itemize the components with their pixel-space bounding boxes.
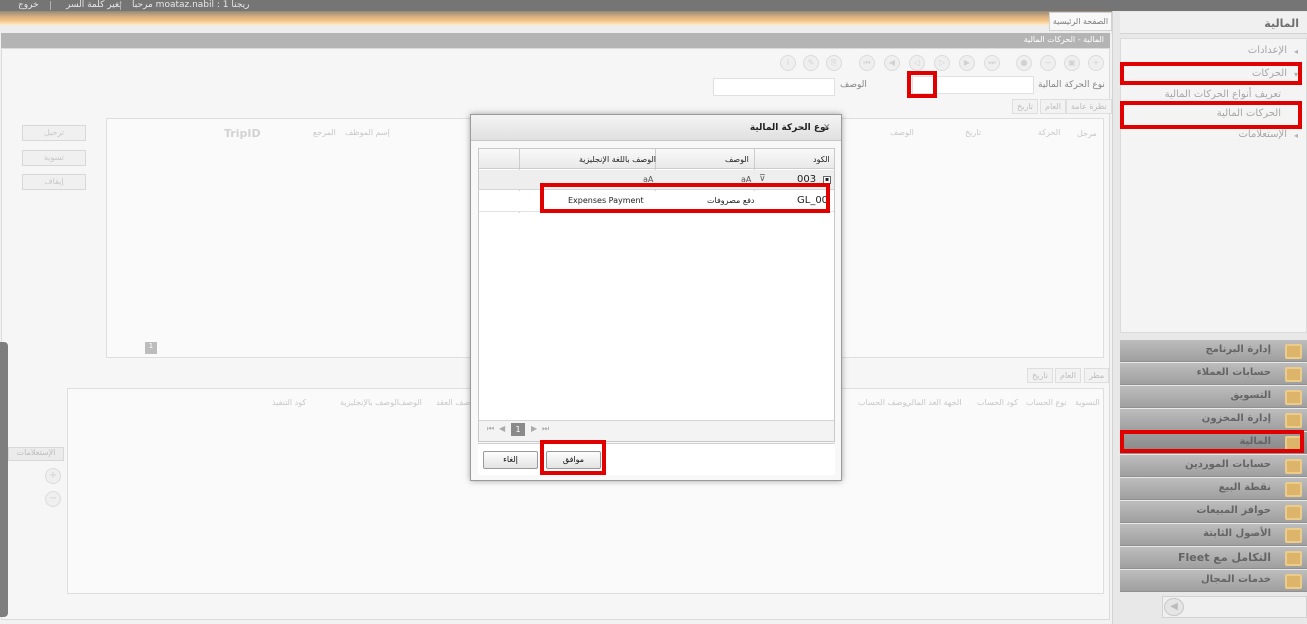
page-number[interactable]: 1 [511, 423, 525, 436]
grid-row[interactable] [479, 191, 834, 212]
grid-header-row [479, 149, 834, 169]
col-description[interactable]: الوصف [725, 155, 749, 164]
last-page-icon[interactable]: ⏭ [542, 424, 549, 434]
filter-menu-icon[interactable]: ▪ [823, 176, 831, 184]
filter-code[interactable]: 003 [797, 174, 816, 185]
filter-icon[interactable]: ⊽ [759, 174, 766, 184]
row-description: دفع مصروفات [707, 196, 755, 205]
row-code: GL_00 [797, 195, 829, 206]
filter-description[interactable]: aA [741, 175, 751, 184]
grid-filter-row [479, 170, 834, 190]
dialog-title: نوع الحركة المالية [471, 115, 841, 141]
filter-description-en[interactable]: aA [643, 175, 653, 184]
prev-page-icon[interactable]: ◀ [499, 424, 505, 433]
ok-button[interactable]: موافق [546, 451, 601, 469]
movement-type-dialog: نوع الحركة المالية ✕ الوصف باللغة الإنجل… [470, 114, 842, 481]
row-description-en: Expenses Payment [568, 196, 644, 205]
first-page-icon[interactable]: ⏮ [487, 424, 494, 434]
close-icon[interactable]: ✕ [823, 123, 831, 133]
next-page-icon[interactable]: ▶ [531, 424, 537, 433]
cancel-button[interactable]: إلغاء [483, 451, 538, 469]
col-description-en[interactable]: الوصف باللغة الإنجليزية [579, 155, 656, 164]
col-code[interactable]: الكود [813, 155, 830, 164]
